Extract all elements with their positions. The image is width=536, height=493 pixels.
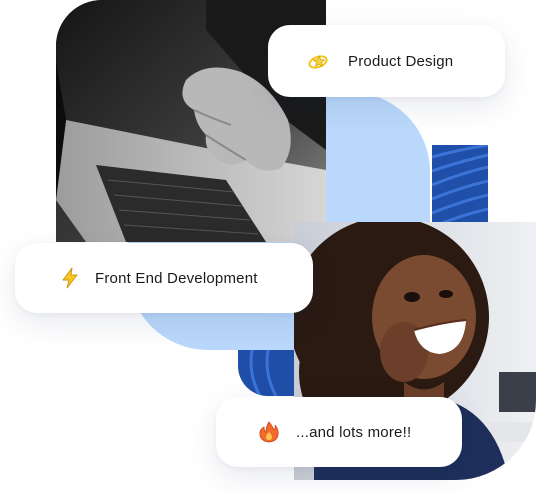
lightning-bolt-icon <box>59 267 81 289</box>
front-end-development-card[interactable]: Front End Development <box>15 243 313 313</box>
lots-more-card[interactable]: ...and lots more!! <box>216 397 462 467</box>
product-design-card[interactable]: Product Design <box>268 25 505 97</box>
product-design-label: Product Design <box>348 52 454 70</box>
fire-icon <box>258 421 280 443</box>
shooting-star-icon <box>308 50 330 72</box>
striped-panel-bottom <box>238 350 298 396</box>
striped-panel-top <box>432 145 488 223</box>
front-end-development-label: Front End Development <box>95 269 258 287</box>
lots-more-label: ...and lots more!! <box>296 423 412 441</box>
